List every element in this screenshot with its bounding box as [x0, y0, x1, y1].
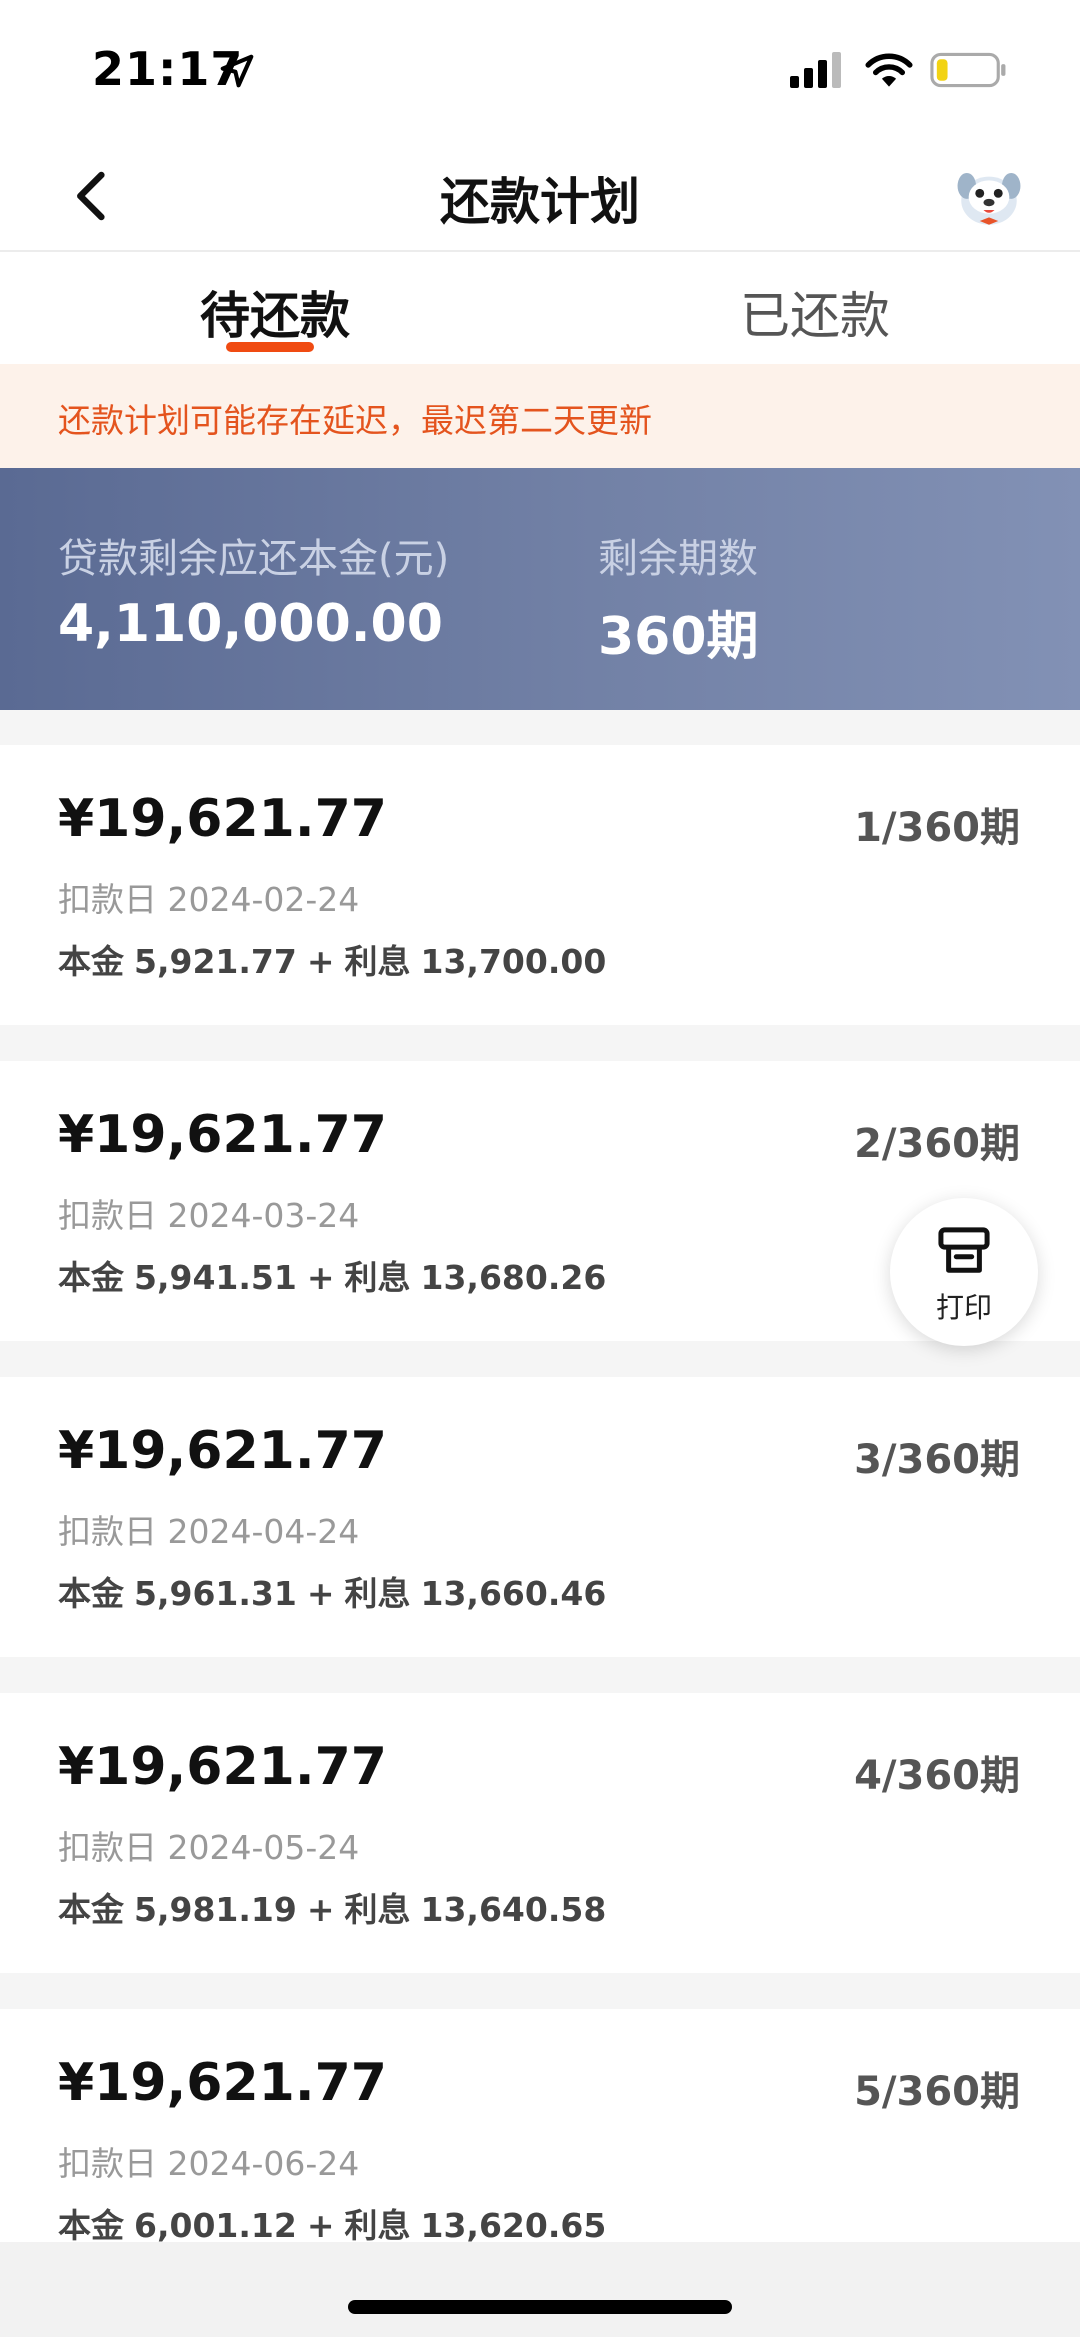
tab-repaid[interactable]: 已还款: [740, 276, 890, 348]
status-bar: 21:17: [0, 0, 1080, 140]
debit-date: 2024-04-24: [167, 1512, 360, 1551]
installment-amount: ¥19,621.77: [58, 2053, 387, 2113]
debit-date-row: 扣款日 2024-02-24: [58, 873, 359, 921]
debit-date: 2024-06-24: [167, 2144, 360, 2183]
page-title: 还款计划: [440, 173, 640, 231]
interest-value: 13,640.58: [420, 1890, 607, 1929]
debit-date-row: 扣款日 2024-03-24: [58, 1189, 359, 1237]
principal-interest-row: 本金 5,941.51 + 利息 13,680.26: [58, 1251, 616, 1299]
wifi-icon: [865, 53, 913, 87]
interest-label: 利息: [344, 942, 411, 981]
installment-period: 1/360期: [854, 805, 1020, 851]
plus-sign: +: [306, 1258, 335, 1297]
remaining-periods-block: 剩余期数 360期: [598, 526, 759, 669]
installment-amount: ¥19,621.77: [58, 1737, 387, 1797]
print-button[interactable]: 打印: [890, 1198, 1038, 1346]
installment-period: 2/360期: [854, 1121, 1020, 1167]
principal-interest-row: 本金 5,961.31 + 利息 13,660.46: [58, 1567, 616, 1615]
principal-label: 本金: [58, 2206, 124, 2245]
cellular-signal-icon: [790, 52, 841, 88]
installment-amount: ¥19,621.77: [58, 1421, 387, 1481]
installment-card[interactable]: ¥19,621.77 1/360期 扣款日 2024-02-24 本金 5,921…: [0, 745, 1080, 1025]
debit-date-row: 扣款日 2024-05-24: [58, 1821, 359, 1869]
installment-card[interactable]: ¥19,621.77 4/360期 扣款日 2024-05-24 本金 5,981…: [0, 1693, 1080, 1973]
interest-value: 13,700.00: [420, 942, 607, 981]
installment-period: 4/360期: [854, 1753, 1020, 1799]
principal-interest-row: 本金 6,001.12 + 利息 13,620.65: [58, 2199, 616, 2247]
notice-banner: 还款计划可能存在延迟，最迟第二天更新: [0, 364, 1080, 468]
installment-amount: ¥19,621.77: [58, 789, 387, 849]
interest-value: 13,620.65: [420, 2206, 607, 2245]
principal-value: 5,921.77: [134, 942, 297, 981]
debit-date: 2024-02-24: [167, 880, 360, 919]
interest-label: 利息: [344, 2206, 411, 2245]
active-tab-indicator: [226, 342, 314, 352]
interest-label: 利息: [344, 1574, 411, 1613]
principal-label: 本金: [58, 1574, 124, 1613]
principal-interest-row: 本金 5,921.77 + 利息 13,700.00: [58, 935, 616, 983]
remaining-periods-label: 剩余期数: [598, 536, 758, 582]
debit-date-label: 扣款日: [58, 1196, 157, 1235]
principal-interest-row: 本金 5,981.19 + 利息 13,640.58: [58, 1883, 616, 1931]
interest-value: 13,680.26: [420, 1258, 607, 1297]
remaining-principal-label: 贷款剩余应还本金(元): [58, 536, 450, 582]
debit-date: 2024-03-24: [167, 1196, 360, 1235]
location-arrow-icon: [220, 54, 254, 88]
debit-date: 2024-05-24: [167, 1828, 360, 1867]
principal-value: 5,941.51: [134, 1258, 297, 1297]
plus-sign: +: [306, 2206, 335, 2245]
interest-label: 利息: [344, 1258, 411, 1297]
tab-pending-repayment[interactable]: 待还款: [200, 276, 350, 348]
printer-icon: [938, 1227, 990, 1273]
installment-card[interactable]: ¥19,621.77 3/360期 扣款日 2024-04-24 本金 5,961…: [0, 1377, 1080, 1657]
debit-date-label: 扣款日: [58, 1512, 157, 1551]
installment-amount: ¥19,621.77: [58, 1105, 387, 1165]
principal-value: 5,981.19: [134, 1890, 297, 1929]
battery-icon: [930, 52, 1006, 88]
remaining-periods-value: 360期: [598, 607, 759, 667]
principal-label: 本金: [58, 1258, 124, 1297]
navigation-bar: 还款计划: [0, 140, 1080, 252]
principal-label: 本金: [58, 942, 124, 981]
home-indicator-area: [0, 2242, 1080, 2337]
debit-date-row: 扣款日 2024-06-24: [58, 2137, 359, 2185]
interest-value: 13,660.46: [420, 1574, 607, 1613]
plus-sign: +: [306, 1574, 335, 1613]
tab-bar: 待还款 已还款: [0, 252, 1080, 364]
plus-sign: +: [306, 942, 335, 981]
principal-value: 5,961.31: [134, 1574, 297, 1613]
installment-card[interactable]: ¥19,621.77 5/360期 扣款日 2024-06-24 本金 6,001…: [0, 2009, 1080, 2245]
installment-period: 3/360期: [854, 1437, 1020, 1483]
debit-date-label: 扣款日: [58, 2144, 157, 2183]
print-label: 打印: [935, 1291, 992, 1324]
remaining-principal-block: 贷款剩余应还本金(元) 4,110,000.00: [58, 526, 449, 654]
installment-period: 5/360期: [854, 2069, 1020, 2115]
home-indicator[interactable]: [348, 2300, 732, 2314]
plus-sign: +: [306, 1890, 335, 1929]
interest-label: 利息: [344, 1890, 411, 1929]
customer-service-mascot-icon[interactable]: [952, 160, 1026, 234]
debit-date-row: 扣款日 2024-04-24: [58, 1505, 359, 1553]
loan-summary-panel: 贷款剩余应还本金(元) 4,110,000.00 剩余期数 360期: [0, 468, 1080, 710]
notice-text: 还款计划可能存在延迟，最迟第二天更新: [58, 401, 652, 440]
remaining-principal-value: 4,110,000.00: [58, 594, 443, 654]
principal-value: 6,001.12: [134, 2206, 297, 2245]
debit-date-label: 扣款日: [58, 880, 157, 919]
principal-label: 本金: [58, 1890, 124, 1929]
debit-date-label: 扣款日: [58, 1828, 157, 1867]
